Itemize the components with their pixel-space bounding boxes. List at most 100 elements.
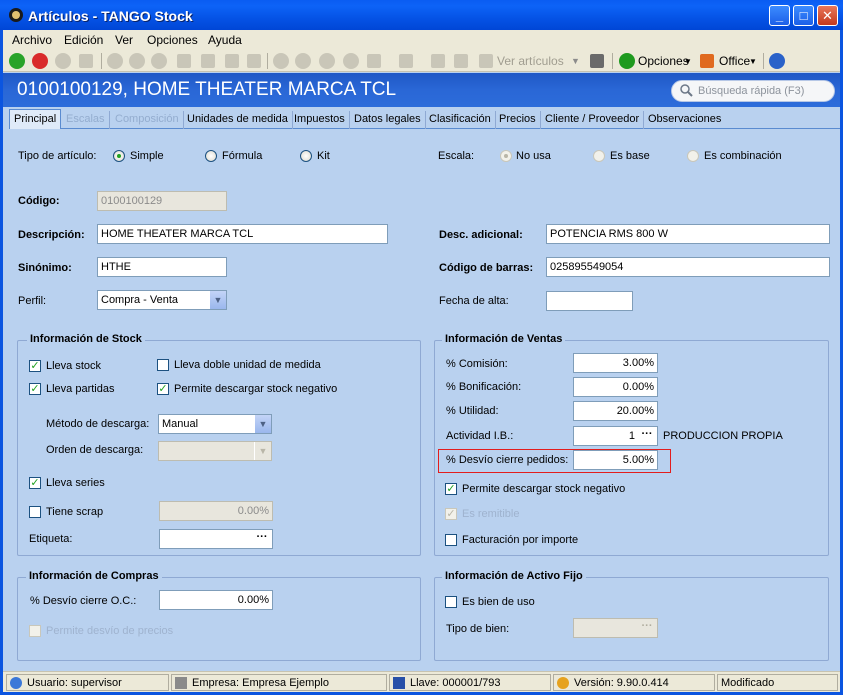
lleva-series-label: Lleva series (46, 477, 105, 489)
facturacion-importe-checkbox[interactable] (445, 534, 457, 546)
sinonimo-field[interactable]: HTHE (97, 257, 227, 277)
permite-desvio-precios-label: Permite desvío de precios (46, 625, 174, 637)
menu-opciones[interactable]: Opciones (147, 33, 198, 47)
compras-group-title: Información de Compras (26, 570, 162, 582)
tab-escalas: Escalas (62, 111, 110, 129)
desc-adicional-field[interactable]: POTENCIA RMS 800 W (546, 224, 830, 244)
camera-icon[interactable] (590, 54, 604, 68)
tango-app-icon (9, 8, 23, 22)
last-record-icon[interactable] (343, 53, 359, 69)
accept-icon[interactable] (9, 53, 25, 69)
menu-archivo[interactable]: Archivo (12, 33, 52, 47)
lleva-partidas-label: Lleva partidas (46, 383, 115, 395)
first-record-icon[interactable] (273, 53, 289, 69)
tab-impuestos[interactable]: Impuestos (290, 111, 350, 129)
menu-ver[interactable]: Ver (115, 33, 133, 47)
comision-field[interactable]: 3.00% (573, 353, 658, 373)
options-button[interactable]: Opciones (638, 54, 689, 68)
close-button[interactable]: ✕ (817, 5, 838, 26)
radio-es-base-label: Es base (610, 150, 650, 162)
ellipsis-button[interactable]: ··· (254, 531, 270, 547)
bonificacion-field[interactable]: 0.00% (573, 377, 658, 397)
chevron-down-icon[interactable]: ▼ (209, 291, 226, 309)
tab-observaciones[interactable]: Observaciones (644, 111, 725, 129)
radio-formula[interactable] (205, 150, 217, 162)
main-window: Artículos - TANGO Stock _ □ ✕ Archivo Ed… (0, 0, 843, 695)
options-gear-icon[interactable] (619, 53, 635, 69)
menu-ayuda[interactable]: Ayuda (208, 33, 242, 47)
title-bar[interactable]: Artículos - TANGO Stock _ □ ✕ (0, 0, 843, 30)
status-version-text: Versión: 9.90.0.414 (574, 677, 669, 689)
chevron-down-icon[interactable]: ▼ (254, 415, 271, 433)
delete-icon[interactable] (107, 53, 123, 69)
office-icon[interactable] (700, 54, 714, 68)
search-icon (680, 84, 693, 97)
menu-edicion[interactable]: Edición (64, 33, 103, 47)
filter-icon[interactable] (399, 54, 413, 68)
lleva-stock-checkbox[interactable]: ✓ (29, 360, 41, 372)
actividad-field[interactable]: 1 ··· (573, 426, 658, 446)
next-record-icon[interactable] (319, 53, 335, 69)
codigo-barras-field[interactable]: 025895549054 (546, 257, 830, 277)
es-bien-uso-checkbox[interactable] (445, 596, 457, 608)
tab-clasificacion[interactable]: Clasificación (425, 111, 496, 129)
radio-kit[interactable] (300, 150, 312, 162)
tiene-scrap-label: Tiene scrap (46, 506, 104, 518)
perfil-label: Perfil: (18, 295, 47, 307)
descripcion-field[interactable]: HOME THEATER MARCA TCL (97, 224, 388, 244)
cancel-icon[interactable] (32, 53, 48, 69)
comision-label: % Comisión: (446, 358, 508, 370)
desvio-pedidos-field[interactable]: 5.00% (573, 450, 658, 470)
radio-kit-label: Kit (317, 150, 330, 162)
save-icon[interactable] (225, 54, 239, 68)
toolbar-separator (612, 53, 613, 69)
print-icon[interactable] (177, 54, 191, 68)
minimize-button[interactable]: _ (769, 5, 790, 26)
tab-datos-legales[interactable]: Datos legales (350, 111, 426, 129)
perfil-select[interactable]: Compra - Venta ▼ (97, 290, 227, 310)
search-record-icon[interactable] (129, 53, 145, 69)
help-icon[interactable] (769, 53, 785, 69)
tipo-bien-label: Tipo de bien: (446, 623, 510, 635)
columns-icon[interactable] (431, 54, 445, 68)
radio-es-base (593, 150, 605, 162)
metodo-descarga-select[interactable]: Manual ▼ (158, 414, 272, 434)
permite-negativo-stock-checkbox[interactable]: ✓ (157, 383, 169, 395)
office-button[interactable]: Office (719, 54, 750, 68)
permite-negativo-ventas-checkbox[interactable]: ✓ (445, 483, 457, 495)
tiene-scrap-checkbox[interactable] (29, 506, 41, 518)
desvio-oc-field[interactable]: 0.00% (159, 590, 273, 610)
copy-icon[interactable] (79, 54, 93, 68)
up-icon[interactable] (151, 53, 167, 69)
lleva-series-checkbox[interactable]: ✓ (29, 477, 41, 489)
chevron-down-icon: ▼ (749, 57, 757, 66)
ellipsis-button[interactable]: ··· (639, 428, 655, 444)
status-estado-text: Modificado (721, 677, 775, 689)
lleva-partidas-checkbox[interactable]: ✓ (29, 383, 41, 395)
chevron-down-icon[interactable]: ▼ (571, 56, 580, 66)
desvio-oc-label: % Desvío cierre O.C.: (30, 595, 137, 607)
maximize-button[interactable]: □ (793, 5, 814, 26)
quick-search-input[interactable]: Búsqueda rápida (F3) (671, 80, 835, 102)
goto-icon[interactable] (367, 54, 381, 68)
tab-cliente-proveedor[interactable]: Cliente / Proveedor (541, 111, 645, 129)
tab-principal[interactable]: Principal (9, 109, 62, 129)
previous-record-icon[interactable] (295, 53, 311, 69)
tab-precios[interactable]: Precios (495, 111, 541, 129)
radio-simple[interactable] (113, 150, 125, 162)
status-usuario-text: Usuario: supervisor (27, 677, 122, 689)
list-icon[interactable] (247, 54, 261, 68)
etiqueta-field[interactable]: ··· (159, 529, 273, 549)
export-icon[interactable] (201, 54, 215, 68)
descripcion-label: Descripción: (18, 229, 85, 241)
sort-icon[interactable] (454, 54, 468, 68)
fecha-alta-field[interactable] (546, 291, 633, 311)
new-icon[interactable] (55, 53, 71, 69)
utilidad-field[interactable]: 20.00% (573, 401, 658, 421)
view-articles-button[interactable]: Ver artículos (497, 54, 564, 68)
chevron-down-icon: ▼ (254, 442, 271, 460)
view-articles-icon[interactable] (479, 54, 493, 68)
doble-unidad-checkbox[interactable] (157, 359, 169, 371)
version-icon (557, 677, 569, 689)
tab-unidades-medida[interactable]: Unidades de medida (183, 111, 293, 129)
